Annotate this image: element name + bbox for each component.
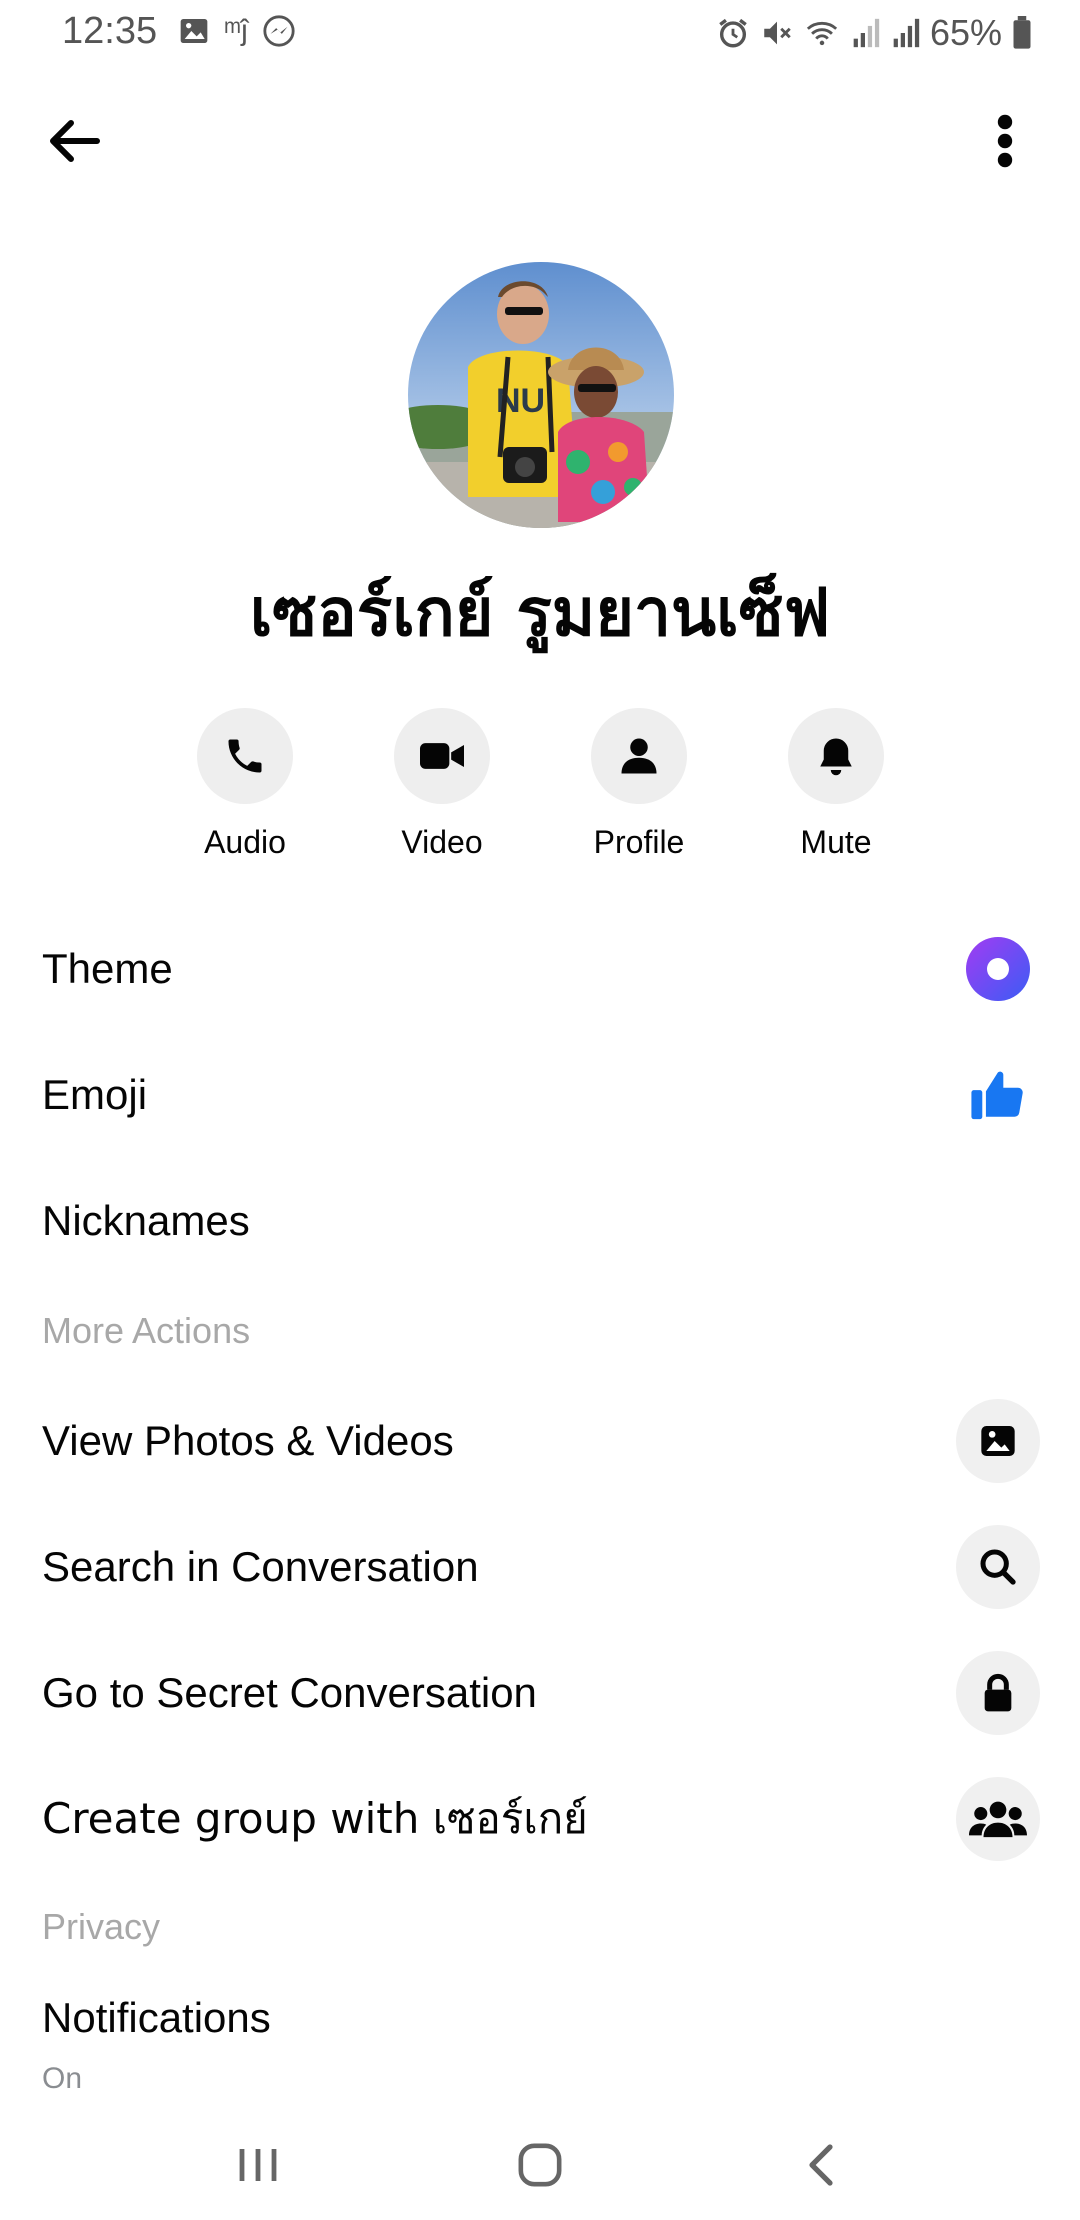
thumbs-up-icon [971, 1071, 1023, 1120]
wifi-icon [806, 21, 838, 46]
bell-icon [820, 738, 852, 776]
view-photos-label: View Photos & Videos [42, 1417, 454, 1464]
secret-conversation-row[interactable]: Go to Secret Conversation [0, 1638, 1080, 1748]
search-conversation-label: Search in Conversation [42, 1543, 479, 1590]
mute-button[interactable]: Mute [761, 708, 911, 861]
back-arrow-icon [50, 120, 100, 162]
mute-label: Mute [800, 824, 872, 860]
recent-apps-icon [239, 2149, 277, 2181]
contact-name: เซอร์เกย์ รูมยานเซ็ฟ [249, 574, 831, 651]
notifications-label: Notifications [42, 1994, 271, 2041]
more-vertical-icon [997, 114, 1013, 168]
phone-icon [228, 739, 262, 773]
lock-icon-button[interactable] [956, 1651, 1040, 1735]
create-group-row[interactable]: Create group with เซอร์เกย์ [0, 1764, 1080, 1874]
theme-color-icon [966, 937, 1030, 1001]
status-time: 12:35 [62, 10, 158, 52]
battery-percent: 65% [929, 12, 1002, 53]
search-icon-button[interactable] [956, 1525, 1040, 1609]
more-options-button[interactable] [970, 106, 1040, 176]
alarm-icon [719, 18, 747, 48]
home-button[interactable] [480, 2130, 600, 2200]
audio-label: Audio [204, 824, 286, 860]
top-bar [0, 96, 1080, 186]
emoji-row[interactable]: Emoji [0, 1040, 1080, 1150]
signal-icon-2 [893, 18, 920, 48]
profile-button[interactable]: Profile [564, 708, 714, 861]
app-notification-icon: ᵐĵ [224, 14, 248, 47]
photo-icon [981, 1426, 1015, 1456]
theme-label: Theme [42, 945, 173, 992]
lock-icon [984, 1673, 1012, 1712]
create-group-label: Create group with เซอร์เกย์ [42, 1794, 588, 1843]
status-bar: 12:35 ᵐĵ 65% [0, 0, 1080, 64]
messenger-notification-icon [263, 15, 295, 47]
status-system-icons: 65% [716, 12, 1032, 54]
avatar[interactable]: NU [408, 262, 674, 528]
profile-circle[interactable] [591, 708, 687, 804]
emoji-swatch [956, 1053, 1040, 1137]
recent-apps-button[interactable] [198, 2130, 318, 2200]
system-back-button[interactable] [760, 2130, 880, 2200]
audio-call-button[interactable]: Audio [170, 708, 320, 861]
view-photos-icon-button[interactable] [956, 1399, 1040, 1483]
theme-row[interactable]: Theme [0, 914, 1080, 1024]
home-icon [518, 2143, 562, 2187]
audio-circle[interactable] [197, 708, 293, 804]
more-actions-header: More Actions [42, 1310, 251, 1351]
secret-conversation-label: Go to Secret Conversation [42, 1669, 537, 1716]
privacy-header: Privacy [42, 1906, 161, 1947]
signal-icon-1 [853, 18, 880, 48]
mute-circle[interactable] [788, 708, 884, 804]
video-call-button[interactable]: Video [367, 708, 517, 861]
search-conversation-row[interactable]: Search in Conversation [0, 1512, 1080, 1622]
status-notification-icons: ᵐĵ [178, 14, 296, 48]
person-icon [621, 738, 657, 774]
back-button[interactable] [40, 106, 110, 176]
battery-icon [1013, 16, 1031, 49]
system-navigation-bar [0, 2110, 1080, 2220]
emoji-label: Emoji [42, 1071, 148, 1118]
gallery-notification-icon [180, 19, 208, 43]
profile-photo: NU [408, 262, 674, 528]
notifications-row[interactable]: Notifications [0, 1975, 1080, 2061]
search-icon [980, 1549, 1016, 1585]
chevron-left-icon [809, 2144, 833, 2186]
view-photos-row[interactable]: View Photos & Videos [0, 1386, 1080, 1496]
nicknames-label: Nicknames [42, 1197, 250, 1244]
mute-volume-icon [764, 21, 791, 45]
profile-label: Profile [593, 824, 685, 860]
nicknames-row[interactable]: Nicknames [0, 1166, 1080, 1276]
theme-swatch [956, 927, 1040, 1011]
group-icon-button[interactable] [956, 1777, 1040, 1861]
video-label: Video [401, 824, 483, 860]
video-camera-icon [420, 743, 464, 769]
video-circle[interactable] [394, 708, 490, 804]
notifications-status: On [42, 2062, 83, 2095]
group-icon [969, 1801, 1027, 1838]
